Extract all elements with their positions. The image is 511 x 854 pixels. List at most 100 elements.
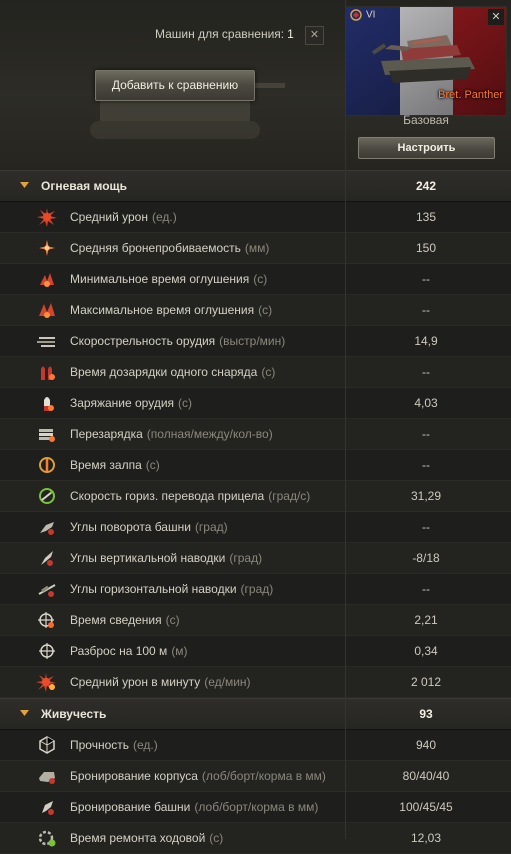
stat-row: Углы вертикальной наводки (град) -8/18 bbox=[0, 543, 511, 574]
stat-label: Минимальное время оглушения (с) bbox=[70, 272, 267, 286]
stat-row: Скорострельность орудия (выстр/мин) 14,9 bbox=[0, 326, 511, 357]
stat-unit: (град) bbox=[229, 551, 263, 565]
turret-armor-icon bbox=[42, 801, 54, 815]
stat-name: Бронирование башни bbox=[70, 800, 191, 814]
stat-label: Углы горизонтальной наводки (град) bbox=[70, 582, 273, 596]
remove-vehicle-button[interactable]: ✕ bbox=[488, 9, 504, 25]
stat-name: Заряжание орудия bbox=[70, 396, 175, 410]
stat-unit: (ед.) bbox=[151, 210, 177, 224]
stat-name: Углы поворота башни bbox=[70, 520, 191, 534]
stat-row: Углы горизонтальной наводки (град) -- bbox=[0, 574, 511, 605]
stat-unit: (полная/между/кол-во) bbox=[146, 427, 273, 441]
stat-name: Время сведения bbox=[70, 613, 162, 627]
stat-label: Бронирование корпуса (лоб/борт/корма в мм… bbox=[70, 769, 326, 783]
stat-row: Средний урон в минуту (ед/мин) 2 012 bbox=[0, 667, 511, 698]
stat-row: Минимальное время оглушения (с) -- bbox=[0, 264, 511, 295]
stat-unit: (лоб/борт/корма в мм) bbox=[194, 800, 319, 814]
stat-label: Время залпа (с) bbox=[70, 458, 160, 472]
stat-unit: (с) bbox=[209, 831, 224, 845]
section-title: Огневая мощь bbox=[41, 179, 128, 193]
stat-row: Разброс на 100 м (м) 0,34 bbox=[0, 636, 511, 667]
stat-label: Разброс на 100 м (м) bbox=[70, 644, 188, 658]
stat-unit: (с) bbox=[258, 303, 273, 317]
stat-value: 135 bbox=[415, 210, 437, 224]
stat-name: Скорострельность орудия bbox=[70, 334, 216, 348]
stat-label: Время дозарядки одного снаряда (с) bbox=[70, 365, 275, 379]
stat-row: Перезарядка (полная/между/кол-во) -- bbox=[0, 419, 511, 450]
add-to-compare-button[interactable]: Добавить к сравнению bbox=[95, 70, 255, 101]
stat-value: 940 bbox=[415, 738, 437, 752]
compare-count: Машин для сравнения: 1 bbox=[155, 27, 294, 41]
stat-row: Время дозарядки одного снаряда (с) -- bbox=[0, 357, 511, 388]
stat-name: Время ремонта ходовой bbox=[70, 831, 206, 845]
stat-value: -- bbox=[422, 582, 430, 596]
stat-label: Скорость гориз. перевода прицела (град/с) bbox=[70, 489, 310, 503]
stat-label: Средний урон (ед.) bbox=[70, 210, 177, 224]
hull-armor-icon bbox=[39, 772, 55, 784]
stat-value: -- bbox=[422, 427, 430, 441]
stat-label: Средний урон в минуту (ед/мин) bbox=[70, 675, 251, 689]
stat-name: Разброс на 100 м bbox=[70, 644, 168, 658]
stat-value: 31,29 bbox=[410, 489, 442, 503]
stat-label: Время ремонта ходовой (с) bbox=[70, 831, 223, 845]
stat-value: -- bbox=[422, 272, 430, 286]
stat-row: Время залпа (с) -- bbox=[0, 450, 511, 481]
stat-row: Скорость гориз. перевода прицела (град/с)… bbox=[0, 481, 511, 512]
gun-traverse-icon bbox=[38, 584, 56, 597]
stat-name: Время залпа bbox=[70, 458, 142, 472]
stat-value: 150 bbox=[415, 241, 437, 255]
section-value: 93 bbox=[419, 707, 433, 721]
rate-of-fire-icon bbox=[37, 337, 55, 347]
compare-count-value: 1 bbox=[287, 27, 294, 41]
stat-row: Максимальное время оглушения (с) -- bbox=[0, 295, 511, 326]
clear-compare-button[interactable]: ✕ bbox=[305, 26, 324, 45]
stat-name: Средний урон в минуту bbox=[70, 675, 201, 689]
stat-name: Средний урон bbox=[70, 210, 148, 224]
stat-row: Время сведения (с) 2,21 bbox=[0, 605, 511, 636]
stat-unit: (с) bbox=[145, 458, 160, 472]
stat-unit: (град/с) bbox=[268, 489, 311, 503]
stat-label: Углы поворота башни (град) bbox=[70, 520, 228, 534]
stat-row: Бронирование корпуса (лоб/борт/корма в мм… bbox=[0, 761, 511, 792]
clip-reload-icon bbox=[39, 429, 55, 442]
reload-icon bbox=[44, 397, 54, 411]
tank-icon bbox=[371, 35, 475, 83]
stat-label: Заряжание орудия (с) bbox=[70, 396, 192, 410]
stat-name: Углы горизонтальной наводки bbox=[70, 582, 237, 596]
stat-label: Перезарядка (полная/между/кол-во) bbox=[70, 427, 273, 441]
stats-table: Огневая мощь 242 Средний урон (ед.) 135 Средн… bbox=[0, 170, 511, 854]
dpm-icon bbox=[36, 673, 56, 692]
stat-value: 2 012 bbox=[410, 675, 442, 689]
section-header[interactable]: Живучесть 93 bbox=[0, 698, 511, 730]
close-icon: ✕ bbox=[309, 29, 320, 41]
stun-min-icon bbox=[40, 273, 54, 287]
hit-points-icon bbox=[39, 736, 55, 754]
penetration-icon bbox=[39, 240, 55, 256]
configuration-label: Базовая bbox=[403, 113, 449, 127]
traverse-speed-icon bbox=[39, 488, 55, 504]
stat-unit: (с) bbox=[261, 365, 276, 379]
configure-button[interactable]: Настроить bbox=[358, 137, 495, 159]
stat-unit: (ед/мин) bbox=[204, 675, 251, 689]
turret-rotation-icon bbox=[40, 522, 54, 535]
stat-value: -- bbox=[422, 303, 430, 317]
compare-count-label: Машин для сравнения: bbox=[155, 27, 285, 41]
section-header[interactable]: Огневая мощь 242 bbox=[0, 170, 511, 202]
stat-value: -8/18 bbox=[412, 551, 440, 565]
vehicle-card[interactable]: VI ✕ Bret. Panther bbox=[345, 6, 507, 116]
stat-row: Средний урон (ед.) 135 bbox=[0, 202, 511, 233]
stat-value: -- bbox=[422, 458, 430, 472]
stat-row: Углы поворота башни (град) -- bbox=[0, 512, 511, 543]
stat-name: Время дозарядки одного снаряда bbox=[70, 365, 258, 379]
aim-time-icon bbox=[38, 612, 54, 628]
stat-row: Прочность (ед.) 940 bbox=[0, 730, 511, 761]
stat-value: 12,03 bbox=[410, 831, 442, 845]
stat-name: Средняя бронепробиваемость bbox=[70, 241, 241, 255]
stat-name: Бронирование корпуса bbox=[70, 769, 198, 783]
stat-unit: (с) bbox=[178, 396, 193, 410]
stat-unit: (лоб/борт/корма в мм) bbox=[201, 769, 326, 783]
damage-icon bbox=[37, 208, 57, 227]
section-title: Живучесть bbox=[41, 707, 107, 721]
stun-max-icon bbox=[39, 303, 55, 318]
chevron-down-icon bbox=[20, 182, 29, 188]
